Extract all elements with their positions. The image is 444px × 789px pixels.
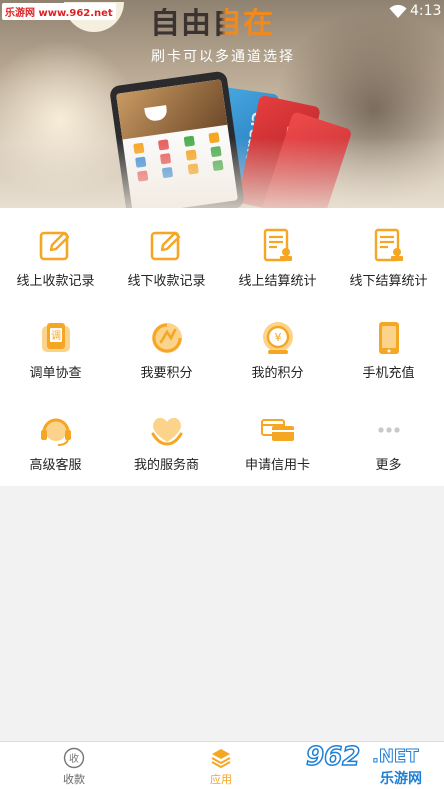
app-label: 申请信用卡 xyxy=(244,458,310,473)
app-phone-recharge[interactable]: 手机充值 xyxy=(333,300,444,392)
app-label: 高级客服 xyxy=(29,458,82,473)
edit-record-icon xyxy=(150,231,180,261)
svg-text:调: 调 xyxy=(51,330,61,342)
app-grid: 线上收款记录 线下收款记录 线上结算统计 线下结算统计 调 调单协查 我要积分 … xyxy=(0,208,444,486)
app-label: 线上结算统计 xyxy=(238,274,317,289)
watermark-domain: .NET xyxy=(371,746,419,768)
svg-text:¥: ¥ xyxy=(274,331,281,344)
app-label: 线上收款记录 xyxy=(16,274,95,289)
app-label: 线下结算统计 xyxy=(349,274,428,289)
app-online-settlement-stats[interactable]: 线上结算统计 xyxy=(222,208,333,300)
more-dots-icon xyxy=(377,427,400,433)
app-label: 我要积分 xyxy=(140,366,193,381)
layers-icon xyxy=(211,749,231,769)
heart-hands-icon xyxy=(151,417,182,446)
app-my-service-provider[interactable]: 我的服务商 xyxy=(111,392,222,484)
earn-points-icon xyxy=(151,323,182,353)
app-premium-support[interactable]: 高级客服 xyxy=(0,392,111,484)
app-more[interactable]: 更多 xyxy=(333,392,444,484)
app-offline-settlement-stats[interactable]: 线下结算统计 xyxy=(333,208,444,300)
watermark-brand: 乐游网 xyxy=(380,771,422,787)
app-apply-credit-card[interactable]: 申请信用卡 xyxy=(222,392,333,484)
app-adjust-order-inquiry[interactable]: 调 调单协查 xyxy=(0,300,111,392)
app-earn-points[interactable]: 我要积分 xyxy=(111,300,222,392)
app-label: 线下收款记录 xyxy=(127,274,206,289)
status-bar: 乐游网 www.962.net 4:13 xyxy=(0,0,444,24)
watermark-number: 962 xyxy=(305,741,361,773)
phone-recharge-icon xyxy=(378,322,399,354)
site-watermark: 乐游网 www.962.net xyxy=(2,3,116,20)
app-my-points[interactable]: ¥ 我的积分 xyxy=(222,300,333,392)
wifi-icon xyxy=(389,5,407,18)
banner-subline: 刷卡可以多通道选择 xyxy=(151,49,295,65)
promo-banner[interactable]: Credit Bank 自由自在 刷卡可以多通道选择 xyxy=(0,0,444,208)
coffee-cup-icon xyxy=(144,105,169,123)
headset-icon xyxy=(40,418,71,446)
document-stamp-icon xyxy=(374,228,403,262)
app-label: 我的服务商 xyxy=(133,458,199,473)
site-logo-watermark: 962 .NET 乐游网 xyxy=(300,741,442,788)
app-online-receipt-records[interactable]: 线上收款记录 xyxy=(0,208,111,300)
app-label: 我的积分 xyxy=(251,366,304,381)
app-label: 手机充值 xyxy=(362,366,415,381)
credit-card-apply-icon xyxy=(260,419,294,441)
my-points-icon: ¥ xyxy=(262,322,293,354)
tab-label: 应用 xyxy=(210,773,232,786)
adjust-order-icon: 调 xyxy=(41,323,70,352)
status-time: 4:13 xyxy=(410,3,442,19)
edit-record-icon xyxy=(39,231,69,261)
app-label: 调单协查 xyxy=(29,366,82,381)
tab-collect[interactable]: 收 收款 xyxy=(19,742,129,789)
collect-icon: 收 xyxy=(63,747,85,769)
svg-text:收: 收 xyxy=(69,752,79,765)
app-offline-receipt-records[interactable]: 线下收款记录 xyxy=(111,208,222,300)
tab-label: 收款 xyxy=(63,773,85,786)
tab-apps[interactable]: 应用 xyxy=(166,742,276,789)
app-label: 更多 xyxy=(375,458,402,473)
document-stamp-icon xyxy=(263,228,292,262)
banner-fade xyxy=(0,138,444,208)
